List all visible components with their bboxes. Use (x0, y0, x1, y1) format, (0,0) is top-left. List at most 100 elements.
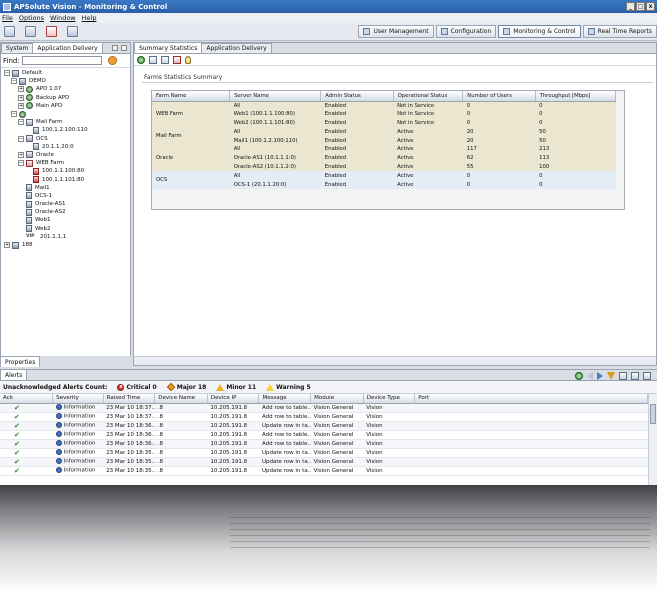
minimize-button[interactable]: _ (626, 2, 635, 11)
tab-system[interactable]: System (1, 43, 34, 53)
alerts-column-header[interactable]: Module (310, 394, 364, 404)
menu-window[interactable]: Window (50, 14, 76, 22)
filter-icon[interactable] (607, 372, 615, 380)
alerts-column-header[interactable]: Port (414, 394, 648, 404)
tree-node[interactable]: − Mail Farm (1, 118, 130, 126)
ack-cell[interactable]: ✔ (0, 403, 53, 413)
refresh-icon[interactable] (137, 55, 145, 64)
tree-node[interactable]: − WEB Farm (1, 159, 130, 167)
collapse-icon[interactable]: − (4, 70, 10, 77)
expand-icon[interactable]: + (18, 86, 24, 93)
tree-node[interactable]: + Main APD (1, 102, 130, 110)
alert-row[interactable]: ✔ Information 23 Mar 10 18:35.... .8 10.205.… (0, 448, 648, 458)
collapse-icon[interactable]: − (18, 119, 24, 126)
alerts-column-header[interactable]: Device Name (154, 394, 208, 404)
tree-node[interactable]: 100.1.1.101:80 (1, 175, 130, 184)
home-icon[interactable] (4, 26, 15, 37)
alert-row[interactable]: ✔ Information 23 Mar 10 18:35.... .8 10.205.… (0, 457, 648, 467)
tree-node[interactable]: Oracle-AS1 (1, 200, 130, 208)
find-input[interactable] (21, 56, 102, 65)
tab-summary-statistics[interactable]: Summary Statistics (134, 42, 203, 53)
ack-cell[interactable]: ✔ (0, 457, 53, 467)
expand-icon[interactable]: + (4, 242, 10, 249)
tree-node[interactable]: Web1 (1, 216, 130, 224)
hint-bulb-icon[interactable] (185, 55, 191, 64)
farms-column-header[interactable]: Server Name (229, 91, 322, 102)
farms-column-header[interactable]: Throughput [Mbps] (535, 91, 617, 102)
farms-column-header[interactable]: Operational Status (393, 91, 464, 102)
tree-node[interactable]: + Backup APD (1, 94, 130, 102)
save-icon[interactable] (161, 55, 169, 64)
tree-node[interactable]: + APD 1.07 (1, 85, 130, 93)
view-icon[interactable] (149, 55, 157, 64)
alerts-column-header[interactable]: Message (258, 394, 312, 404)
acknowledge-icon[interactable] (631, 372, 639, 380)
alert-row[interactable]: ✔ Information 23 Mar 10 18:36.... .8 10.205.… (0, 430, 648, 440)
tree-node[interactable]: + Oracle (1, 151, 130, 159)
collapse-icon[interactable]: − (18, 160, 24, 167)
delete-icon[interactable] (46, 26, 57, 37)
stop-icon[interactable] (173, 55, 181, 64)
tree-node[interactable]: − Default (1, 69, 130, 77)
find-go-icon[interactable] (107, 56, 117, 65)
alert-row[interactable]: ✔ Information 23 Mar 10 18:36.... .8 10.205.… (0, 439, 648, 449)
tree-node[interactable]: Mail1 (1, 184, 130, 192)
collapse-icon[interactable]: − (11, 78, 17, 85)
close-button[interactable]: x (646, 2, 655, 11)
tab-application-delivery-right[interactable]: Application Delivery (201, 43, 272, 53)
tree-node[interactable]: − OCS (1, 135, 130, 143)
alerts-column-header[interactable]: Raised Time (103, 394, 156, 404)
farms-table-row[interactable]: Mail Farm All Enabled Active 20 50 (152, 127, 616, 145)
alerts-column-header[interactable]: Severity (52, 394, 104, 404)
ack-cell[interactable]: ✔ (0, 439, 53, 449)
farms-table-row[interactable]: WEB Farm All Enabled Not in Service 0 0 (152, 101, 616, 128)
refresh-alerts-icon[interactable] (575, 372, 583, 380)
maximize-panel-icon[interactable] (121, 45, 127, 51)
tree-node[interactable]: − DEMO (1, 77, 130, 85)
menu-options[interactable]: Options (19, 14, 44, 22)
expand-icon[interactable]: + (18, 102, 24, 109)
ack-cell[interactable]: ✔ (0, 448, 53, 458)
maximize-button[interactable]: □ (636, 2, 645, 11)
menu-file[interactable]: File (2, 14, 13, 22)
tree-node[interactable]: 100.1.1.100:80 (1, 167, 130, 175)
alert-row[interactable]: ✔ Information 23 Mar 10 18:36.... .8 10.205.… (0, 421, 648, 431)
horizontal-scrollbar[interactable] (134, 356, 656, 365)
tab-application-delivery[interactable]: Application Delivery (32, 42, 103, 53)
ack-cell[interactable]: ✔ (0, 412, 53, 422)
farms-column-header[interactable]: Admin Status (320, 91, 394, 102)
ack-cell[interactable]: ✔ (0, 430, 53, 440)
next-icon[interactable] (597, 372, 603, 380)
tree-node[interactable]: − (1, 110, 130, 118)
tab-properties[interactable]: Properties (0, 356, 41, 367)
alert-row[interactable]: ✔ Information 23 Mar 10 18:37.... .8 10.205.… (0, 412, 648, 422)
tree-node[interactable]: +188 (1, 241, 130, 249)
device-icon[interactable] (25, 26, 36, 37)
menu-help[interactable]: Help (82, 14, 97, 22)
collapse-icon[interactable]: − (11, 111, 17, 118)
perspective-3-button[interactable]: Real Time Reports (582, 25, 657, 38)
tree-node[interactable]: Web2 (1, 225, 130, 233)
alerts-vertical-scrollbar[interactable] (648, 394, 657, 485)
settings-icon[interactable] (643, 372, 651, 380)
expand-icon[interactable]: + (18, 94, 24, 101)
ack-cell[interactable]: ✔ (0, 421, 53, 431)
alert-row[interactable]: ✔ Information 23 Mar 10 18:35.... .8 10.205.… (0, 466, 648, 476)
expand-icon[interactable]: + (18, 151, 24, 158)
alerts-column-header[interactable]: Device Type (363, 394, 416, 404)
farms-column-header[interactable]: Farm Name (152, 91, 231, 102)
alert-row[interactable]: ✔ Information 23 Mar 10 18:37.... .8 10.205.… (0, 403, 648, 413)
tree-node[interactable]: VIP 201.1.1.1 (1, 233, 130, 241)
perspective-2-button[interactable]: Monitoring & Control (498, 25, 581, 38)
farms-column-header[interactable]: Number of Users (462, 91, 536, 102)
tree-node[interactable]: 20.1.1.20:0 (1, 143, 130, 151)
alerts-column-header[interactable]: Device IP (207, 394, 260, 404)
alerts-column-header[interactable]: Ack (0, 394, 54, 404)
minimize-panel-icon[interactable] (112, 45, 118, 51)
clear-alerts-icon[interactable] (619, 372, 627, 380)
tree-node[interactable]: Oracle-AS2 (1, 208, 130, 216)
tree-node[interactable]: OCS-1 (1, 192, 130, 200)
tab-alerts[interactable]: Alerts (0, 369, 28, 380)
scroll-thumb[interactable] (650, 404, 656, 424)
tree-node[interactable]: 100.1.2.100:110 (1, 126, 130, 134)
